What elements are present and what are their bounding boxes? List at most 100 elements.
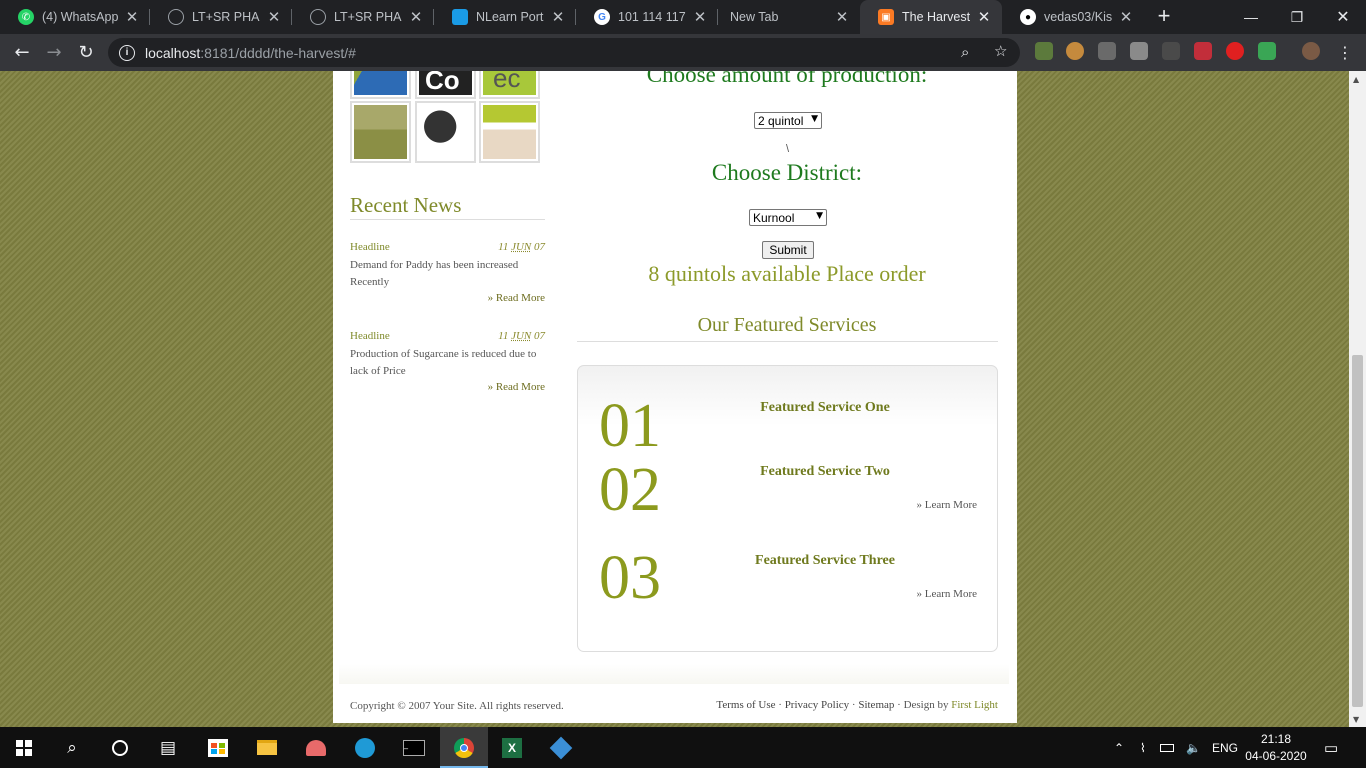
- show-hidden-icons[interactable]: ⌃: [1114, 727, 1124, 768]
- extension-icon[interactable]: [1194, 42, 1212, 60]
- excel-icon[interactable]: X: [488, 727, 536, 768]
- gallery-thumbnail[interactable]: [415, 101, 476, 163]
- tab-title: NLearn Portal: [476, 10, 544, 24]
- district-select-value: Kurnool: [753, 210, 795, 225]
- cortana-icon[interactable]: [96, 727, 144, 768]
- footer-divider: [339, 664, 1009, 684]
- submit-button[interactable]: Submit: [762, 241, 814, 259]
- extension-icon[interactable]: [1035, 42, 1053, 60]
- close-tab-icon[interactable]: ✕: [124, 8, 140, 26]
- clock[interactable]: 21:18 04-06-2020: [1244, 731, 1308, 765]
- volume-icon[interactable]: 🔈: [1186, 727, 1201, 768]
- adblock-icon[interactable]: [1226, 42, 1244, 60]
- new-tab-button[interactable]: +: [1152, 5, 1176, 29]
- scroll-down-icon[interactable]: ▼: [1353, 715, 1359, 724]
- read-more-link[interactable]: » Read More: [350, 292, 545, 304]
- tab-whatsapp[interactable]: ✆ (4) WhatsApp ✕: [0, 0, 150, 34]
- scroll-up-icon[interactable]: ▲: [1353, 75, 1359, 84]
- close-tab-icon[interactable]: ✕: [976, 8, 992, 26]
- designer-link[interactable]: First Light: [951, 699, 998, 711]
- gallery-thumbnail[interactable]: [350, 71, 411, 99]
- separator: ·: [775, 699, 785, 711]
- gallery-thumbnail[interactable]: [479, 101, 540, 163]
- extension-icon[interactable]: [1258, 42, 1276, 60]
- tab-title: LT+SR PHASE-: [192, 10, 260, 24]
- extension-icon[interactable]: [1162, 42, 1180, 60]
- learn-more-link[interactable]: » Learn More: [917, 588, 977, 600]
- store-icon[interactable]: [194, 727, 242, 768]
- globe-icon: [168, 9, 184, 25]
- date-year: 07: [531, 241, 545, 253]
- divider: [577, 341, 998, 342]
- terms-link[interactable]: Terms of Use: [716, 699, 775, 711]
- forward-icon[interactable]: →: [41, 40, 67, 66]
- gallery-thumbnail[interactable]: ec: [479, 71, 540, 99]
- tab-the-harvest[interactable]: ▣ The Harvest ✕: [860, 0, 1002, 34]
- globe-icon: [310, 9, 326, 25]
- profile-avatar[interactable]: [1302, 42, 1320, 60]
- close-window-icon[interactable]: ✕: [1320, 0, 1366, 34]
- district-select[interactable]: Kurnool ▼: [749, 209, 827, 226]
- tab-lt-sr-2[interactable]: LT+SR PHASE- ✕: [292, 0, 434, 34]
- service-number: 01: [599, 392, 661, 460]
- read-more-link[interactable]: » Read More: [350, 381, 545, 393]
- tab-github[interactable]: ● vedas03/Kisan ✕: [1002, 0, 1144, 34]
- whatsapp-icon: ✆: [18, 9, 34, 25]
- news-date: 11 JUN 07: [498, 330, 545, 342]
- search-icon[interactable]: ⌕: [48, 727, 96, 768]
- service-title[interactable]: Featured Service One: [725, 400, 925, 416]
- close-tab-icon[interactable]: ✕: [550, 8, 566, 26]
- featured-services-title: Our Featured Services: [697, 314, 877, 336]
- notifications-icon[interactable]: ▭: [1324, 727, 1338, 768]
- close-tab-icon[interactable]: ✕: [266, 8, 282, 26]
- restore-icon[interactable]: ❐: [1274, 0, 1320, 34]
- service-title[interactable]: Featured Service Two: [725, 464, 925, 480]
- minimize-icon[interactable]: —: [1228, 0, 1274, 34]
- close-tab-icon[interactable]: ✕: [692, 8, 708, 26]
- terminal-icon[interactable]: _: [390, 727, 438, 768]
- cookie-extension-icon[interactable]: [1066, 42, 1084, 60]
- tab-google[interactable]: G 101 114 117 1 ✕: [576, 0, 718, 34]
- close-tab-icon[interactable]: ✕: [408, 8, 424, 26]
- tab-nlearn[interactable]: NLearn Portal ✕: [434, 0, 576, 34]
- tab-lt-sr-1[interactable]: LT+SR PHASE- ✕: [150, 0, 292, 34]
- file-explorer-icon[interactable]: [243, 727, 291, 768]
- date-day: 11: [498, 330, 512, 342]
- windows-start-icon[interactable]: [0, 727, 48, 768]
- menu-kebab-icon[interactable]: ⋮: [1332, 40, 1358, 66]
- network-icon[interactable]: ⌇: [1140, 727, 1146, 768]
- back-icon[interactable]: ←: [9, 40, 35, 66]
- close-tab-icon[interactable]: ✕: [1118, 8, 1134, 26]
- availability-text: 8 quintols available Place order: [648, 261, 926, 286]
- design-by-label: Design by: [903, 699, 952, 711]
- browser-tab-strip: ✆ (4) WhatsApp ✕ LT+SR PHASE- ✕ LT+SR PH…: [0, 0, 1366, 34]
- privacy-link[interactable]: Privacy Policy: [785, 699, 849, 711]
- bookmark-star-icon[interactable]: ☆: [994, 42, 1007, 60]
- tab-new-tab[interactable]: New Tab ✕: [718, 0, 860, 34]
- task-view-icon[interactable]: ▤: [144, 727, 192, 768]
- close-tab-icon[interactable]: ✕: [834, 8, 850, 26]
- vertical-scrollbar[interactable]: ▲ ▼: [1349, 71, 1366, 727]
- info-icon[interactable]: i: [119, 44, 135, 61]
- amount-select[interactable]: 2 quintol ▼: [754, 112, 822, 129]
- gallery-thumbnail[interactable]: [350, 101, 411, 163]
- app-icon[interactable]: [341, 727, 389, 768]
- gallery-thumbnail[interactable]: Co: [415, 71, 476, 99]
- sitemap-link[interactable]: Sitemap: [858, 699, 894, 711]
- scrollbar-thumb[interactable]: [1352, 355, 1363, 707]
- address-bar[interactable]: i localhost:8181/dddd/the-harvest/# ⌕ ☆: [108, 38, 1020, 67]
- reload-icon[interactable]: ↻: [73, 40, 99, 66]
- learn-more-link[interactable]: » Learn More: [917, 499, 977, 511]
- service-title[interactable]: Featured Service Three: [725, 553, 925, 569]
- xampp-icon: ▣: [878, 9, 894, 25]
- service-number: 02: [599, 456, 661, 524]
- app-icon[interactable]: [292, 727, 340, 768]
- zoom-icon[interactable]: ⌕: [961, 43, 969, 61]
- battery-icon[interactable]: [1160, 727, 1174, 768]
- language-indicator[interactable]: ENG: [1212, 727, 1238, 768]
- extension-icon[interactable]: [1130, 42, 1148, 60]
- copyright-text: Copyright © 2007 Your Site. All rights r…: [350, 700, 564, 712]
- chrome-icon[interactable]: [440, 727, 488, 768]
- extension-icon[interactable]: [1098, 42, 1116, 60]
- app-icon[interactable]: [537, 727, 585, 768]
